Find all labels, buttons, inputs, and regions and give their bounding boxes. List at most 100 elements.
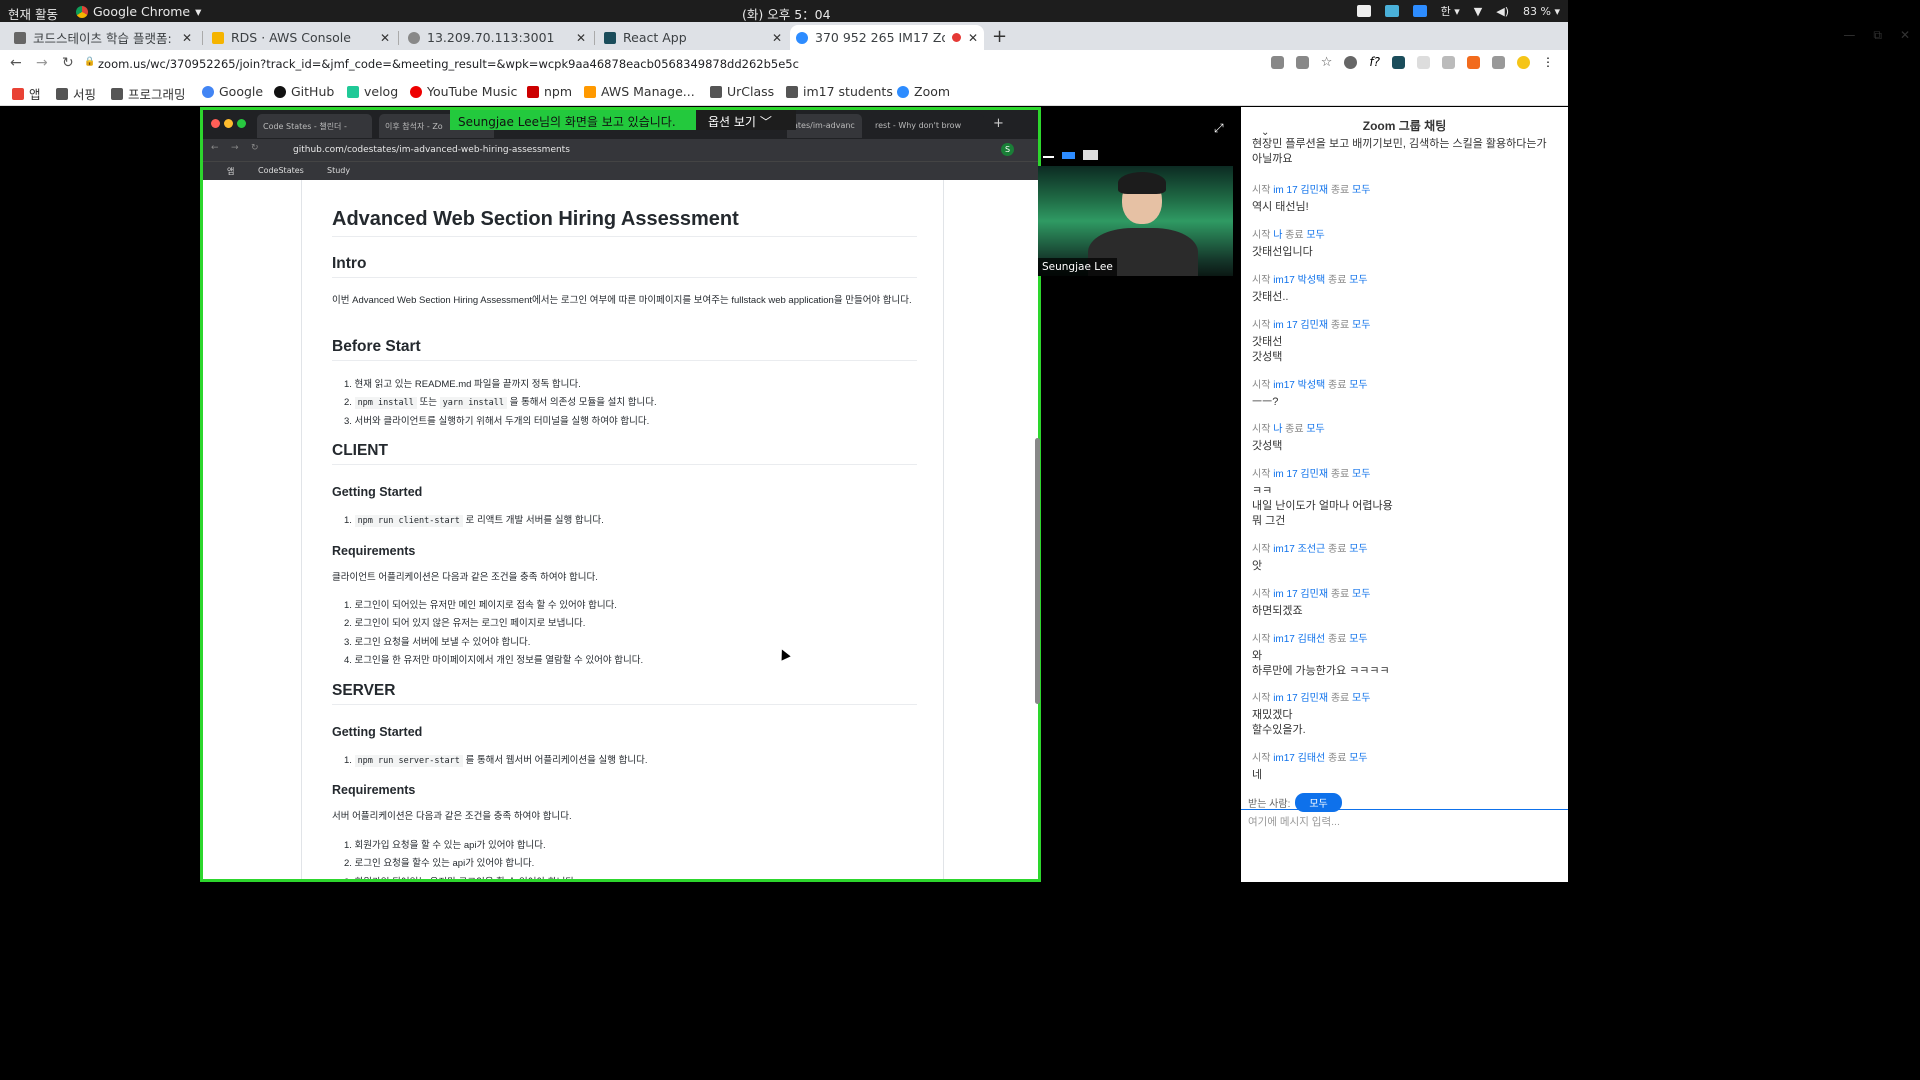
meta-start: 시작 (1252, 185, 1271, 196)
chat-sender[interactable]: im17 박성택 (1273, 275, 1325, 286)
bookmark-item[interactable]: npm (527, 84, 572, 99)
browser-tab[interactable]: 13.209.70.113:3001 ✕ (402, 25, 592, 50)
chat-sender[interactable]: im17 김태선 (1273, 753, 1325, 764)
clock[interactable]: (화) 오후 5：04 (742, 4, 831, 23)
notes-icon[interactable] (1356, 5, 1371, 17)
formula-extension-icon[interactable]: f? (1369, 56, 1380, 69)
chat-recipient-all[interactable]: 모두 (1349, 380, 1367, 391)
chat-sender[interactable]: im17 조선근 (1273, 544, 1325, 555)
meta-start: 시작 (1252, 380, 1271, 391)
list-item: 1. 현재 읽고 있는 README.md 파일을 끝까지 정독 합니다. (344, 379, 581, 390)
bookmark-item[interactable]: 서핑 (56, 84, 96, 103)
bookmark-star-icon[interactable]: ☆ (1321, 56, 1333, 69)
chat-sender[interactable]: im 17 김민재 (1273, 693, 1328, 704)
readme-title: Advanced Web Section Hiring Assessment (332, 208, 917, 237)
url-input[interactable]: zoom.us/wc/370952265/join?track_id=&jmf_… (98, 57, 799, 71)
zoom-tray-icon[interactable] (1412, 5, 1427, 17)
extension-icon[interactable] (1417, 56, 1430, 69)
youtube-music-icon (410, 85, 422, 98)
bookmark-item[interactable]: Google (202, 84, 263, 99)
chat-sender[interactable]: im17 김태선 (1273, 634, 1325, 645)
chat-message-list[interactable]: 현장민 플루션을 보고 배끼기보민, 김색하는 스킬을 활용하다는가 아닐까요 … (1241, 135, 1568, 807)
chat-sender[interactable]: 나 (1273, 230, 1282, 241)
profile-avatar[interactable] (1517, 56, 1530, 69)
reload-button[interactable]: ↻ (62, 55, 74, 71)
wifi-icon[interactable]: ▼ (1474, 5, 1482, 18)
battery-indicator[interactable]: 83 % ▾ (1523, 5, 1560, 18)
translate-icon[interactable] (1295, 56, 1309, 69)
screen-share-view[interactable]: Code States - 챌린더 - 이후 참석자 - Zo ates/im-… (200, 107, 1041, 882)
gallery-view-icon[interactable] (1083, 150, 1098, 160)
activities-button[interactable]: 현재 활동 (8, 4, 58, 23)
new-tab-button[interactable]: + (992, 26, 1007, 47)
chat-text: 와 (1252, 650, 1263, 662)
browser-tab-active[interactable]: 370 952 265 IM17 Zoom ✕ (790, 25, 984, 50)
chat-recipient-all[interactable]: 모두 (1349, 275, 1367, 286)
view-options-button[interactable]: 옵션 보기 ﹀ (696, 110, 796, 130)
chat-message: 시작 im17 박성택 종료 모두 갓태선.. (1252, 271, 1552, 305)
extension-icon[interactable] (1442, 56, 1455, 69)
tab-title: RDS · AWS Console (231, 30, 351, 45)
chat-recipient-all[interactable]: 모두 (1349, 634, 1367, 645)
maximize-button[interactable]: ⧉ (1873, 28, 1882, 43)
chat-input[interactable]: 여기에 메시지 입력... (1241, 809, 1568, 882)
chat-recipient-all[interactable]: 모두 (1352, 589, 1370, 600)
fullscreen-icon[interactable]: ⤢ (1214, 121, 1224, 136)
lock-icon[interactable]: 🔒 (84, 57, 95, 67)
tab-close-icon[interactable]: ✕ (576, 31, 586, 45)
bookmark-item[interactable]: 앱 (12, 84, 41, 103)
tab-close-icon[interactable]: ✕ (182, 31, 192, 45)
extension-icon[interactable] (1492, 56, 1505, 69)
bookmark-item[interactable]: GitHub (274, 84, 334, 99)
minimize-video-icon[interactable] (1043, 150, 1054, 158)
chat-recipient-all[interactable]: 모두 (1349, 753, 1367, 764)
minimize-button[interactable]: — (1843, 28, 1855, 43)
app-menu[interactable]: Google Chrome ▾ (76, 4, 201, 19)
chrome-menu-icon[interactable]: ⋮ (1542, 56, 1554, 69)
tab-close-icon[interactable]: ✕ (772, 31, 782, 45)
browser-tab[interactable]: RDS · AWS Console ✕ (206, 25, 396, 50)
react-devtools-icon[interactable] (1392, 56, 1405, 69)
browser-tab[interactable]: 코드스테이츠 학습 플랫폼: U ✕ (8, 25, 198, 50)
close-window-button[interactable]: ✕ (1900, 28, 1910, 43)
chat-sender[interactable]: im 17 김민재 (1273, 320, 1328, 331)
volume-icon[interactable]: ◀) (1496, 5, 1509, 18)
slack-icon[interactable] (1384, 5, 1399, 17)
participant-video[interactable]: Seungjae Lee (1038, 166, 1233, 276)
chat-message: 시작 im17 박성택 종료 모두 ㅡㅡ? (1252, 376, 1552, 410)
back-button[interactable]: ← (10, 55, 22, 71)
chat-sender[interactable]: 나 (1273, 424, 1282, 435)
chat-text: 내일 난이도가 얼마나 어렵나용 (1252, 500, 1393, 512)
bookmark-item[interactable]: Zoom (897, 84, 950, 99)
chat-recipient-all[interactable]: 모두 (1349, 544, 1367, 555)
chat-recipient-all[interactable]: 모두 (1352, 185, 1370, 196)
extension-icon[interactable] (1467, 56, 1480, 69)
chat-sender[interactable]: im 17 김민재 (1273, 185, 1328, 196)
chat-sender[interactable]: im17 박성택 (1273, 380, 1325, 391)
bookmark-item[interactable]: YouTube Music (410, 84, 517, 99)
camera-icon[interactable] (1270, 56, 1284, 69)
chat-recipient-all[interactable]: 모두 (1352, 469, 1370, 480)
bookmark-item[interactable]: UrClass (710, 84, 774, 99)
bookmark-item[interactable]: 프로그래밍 (111, 84, 186, 103)
language-indicator[interactable]: 한 ▾ (1441, 3, 1460, 19)
chat-recipient-all[interactable]: 모두 (1306, 230, 1324, 241)
bookmark-item[interactable]: im17 students (786, 84, 893, 99)
browser-tab[interactable]: React App ✕ (598, 25, 788, 50)
bookmark-item[interactable]: AWS Manage... (584, 84, 695, 99)
chat-recipient-all[interactable]: 모두 (1352, 320, 1370, 331)
bookmark-item[interactable]: velog (347, 84, 398, 99)
tab-close-icon[interactable]: ✕ (968, 31, 978, 45)
tab-close-icon[interactable]: ✕ (380, 31, 390, 45)
chat-recipient-all[interactable]: 모두 (1306, 424, 1324, 435)
speaker-view-icon[interactable] (1062, 152, 1075, 159)
chat-message-meta: 시작 im17 김태선 종료 모두 (1252, 749, 1552, 764)
chat-text: ㅋㅋ (1252, 485, 1273, 497)
extension-icon[interactable] (1344, 56, 1358, 69)
chat-sender[interactable]: im 17 김민재 (1273, 469, 1328, 480)
video-panel-controls (1043, 150, 1098, 160)
chat-recipient-all[interactable]: 모두 (1352, 693, 1370, 704)
chat-sender[interactable]: im 17 김민재 (1273, 589, 1328, 600)
tab-title: 코드스테이츠 학습 플랫폼: U (33, 31, 175, 46)
forward-button[interactable]: → (36, 55, 48, 71)
